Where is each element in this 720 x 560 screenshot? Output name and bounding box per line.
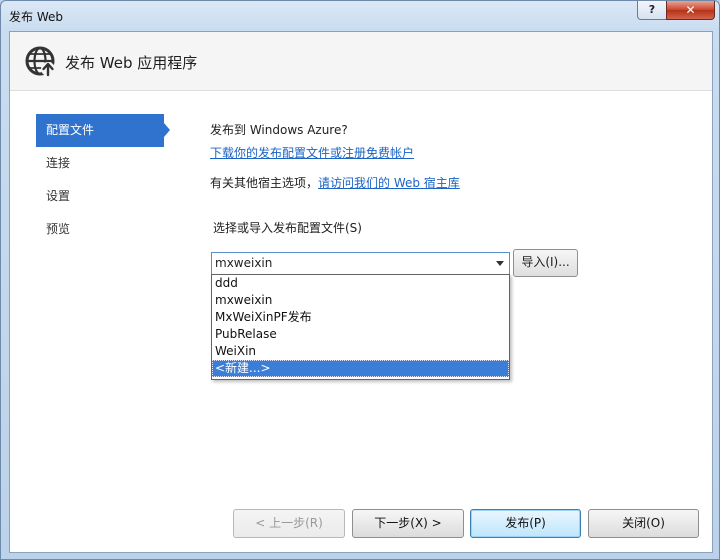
window-title: 发布 Web <box>9 10 63 24</box>
import-button[interactable]: 导入(I)... <box>513 249 578 277</box>
next-button[interactable]: 下一步(X) > <box>352 509 464 538</box>
nav-item-settings[interactable]: 设置 <box>36 180 176 213</box>
nav-item-label: 预览 <box>46 222 71 236</box>
dropdown-option[interactable]: ddd <box>212 275 509 292</box>
close-window-button[interactable]: ✕ <box>666 1 715 20</box>
nav-item-profile[interactable]: 配置文件 <box>36 114 170 147</box>
dropdown-option[interactable]: WeiXin <box>212 343 509 360</box>
download-profile-link[interactable]: 下载你的发布配置文件或注册免费帐户 <box>210 146 414 160</box>
chevron-down-icon[interactable] <box>496 261 504 266</box>
dialog-header: 发布 Web 应用程序 <box>10 32 712 91</box>
close-button[interactable]: 关闭(O) <box>588 509 699 538</box>
nav-item-label: 设置 <box>46 189 71 203</box>
publish-button[interactable]: 发布(P) <box>470 509 581 538</box>
title-bar[interactable]: 发布 Web ? ✕ <box>1 1 719 31</box>
dialog-client-area: 发布 Web 应用程序 配置文件 连接 设置 预览 发布到 Windows Az… <box>9 31 713 553</box>
nav-item-label: 配置文件 <box>46 123 95 137</box>
other-hosts-prefix: 有关其他宿主选项， <box>210 176 319 190</box>
dropdown-option[interactable]: PubRelase <box>212 326 509 343</box>
dropdown-option-new[interactable]: <新建...> <box>212 360 509 377</box>
nav-item-connection[interactable]: 连接 <box>36 147 176 180</box>
nav-item-preview[interactable]: 预览 <box>36 213 176 246</box>
dropdown-option[interactable]: mxweixin <box>212 292 509 309</box>
previous-button[interactable]: < 上一步(R) <box>233 509 345 538</box>
other-hosts-text: 有关其他宿主选项，请访问我们的 Web 宿主库 <box>210 174 460 191</box>
select-profile-label: 选择或导入发布配置文件(S) <box>213 221 362 235</box>
wizard-nav: 配置文件 连接 设置 预览 <box>36 114 176 246</box>
dialog-footer: < 上一步(R) 下一步(X) > 发布(P) 关闭(O) <box>10 502 712 552</box>
publish-to-azure-text: 发布到 Windows Azure? <box>210 123 348 137</box>
page-title: 发布 Web 应用程序 <box>65 54 198 72</box>
profile-dropdown-list[interactable]: ddd mxweixin MxWeiXinPF发布 PubRelase WeiX… <box>211 274 510 380</box>
web-host-gallery-link[interactable]: 请访问我们的 Web 宿主库 <box>318 176 460 190</box>
globe-publish-icon <box>25 46 55 77</box>
profile-combobox[interactable]: mxweixin <box>211 252 510 275</box>
help-button[interactable]: ? <box>637 1 667 20</box>
active-pointer-icon <box>164 123 170 137</box>
publish-web-dialog: 发布 Web ? ✕ 发布 Web 应用程序 配置文件 连接 设置 预览 发布到… <box>0 0 720 560</box>
nav-item-label: 连接 <box>46 156 71 170</box>
dropdown-option[interactable]: MxWeiXinPF发布 <box>212 309 509 326</box>
combobox-value: mxweixin <box>215 256 273 270</box>
